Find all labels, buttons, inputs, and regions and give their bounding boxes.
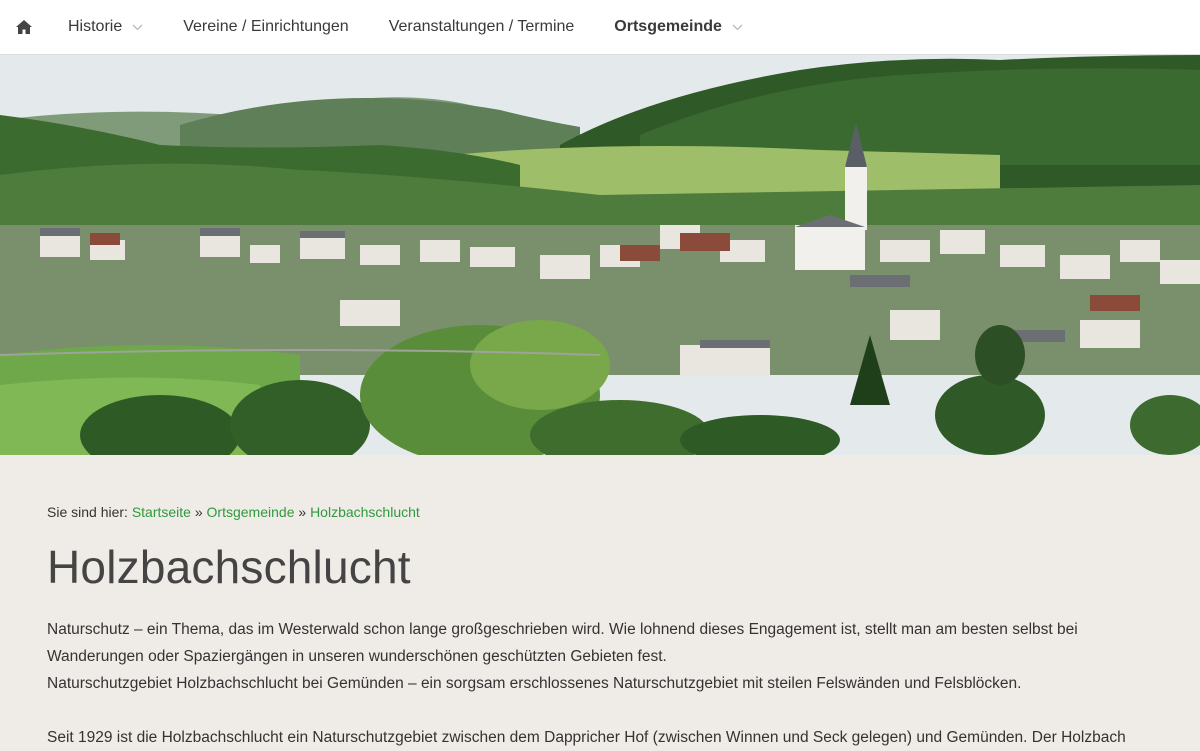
hero-village-image [0,55,1200,455]
nav-item-label: Vereine / Einrichtungen [183,18,349,35]
nav-item-vereine[interactable]: Vereine / Einrichtungen [163,0,368,55]
nav-item-label: Historie [68,18,123,35]
home-icon [16,20,32,34]
paragraph-line: Seit 1929 ist die Holzbachschlucht ein N… [47,729,1126,746]
village-landscape-image [0,55,1200,455]
top-navigation: Historie Vereine / Einrichtungen Veranst… [0,0,1200,55]
paragraph-line: Naturschutz – ein Thema, das im Westerwa… [47,621,1078,638]
chevron-down-icon [732,24,743,31]
breadcrumb-prefix: Sie sind hier: [47,504,132,520]
breadcrumb-link-holzbachschlucht[interactable]: Holzbachschlucht [310,504,420,520]
breadcrumb: Sie sind hier: Startseite » Ortsgemeinde… [47,504,1153,520]
paragraph-line: Naturschutzgebiet Holzbachschlucht bei G… [47,675,1022,692]
nav-item-label: Veranstaltungen / Termine [388,18,575,35]
nav-item-veranstaltungen[interactable]: Veranstaltungen / Termine [369,0,595,55]
home-link[interactable] [0,0,48,55]
main-content: Sie sind hier: Startseite » Ortsgemeinde… [47,455,1153,751]
page-title: Holzbachschlucht [47,541,411,593]
breadcrumb-separator: » [194,504,207,520]
breadcrumb-link-startseite[interactable]: Startseite [132,504,191,520]
breadcrumb-link-ortsgemeinde[interactable]: Ortsgemeinde [207,504,295,520]
nav-item-ortsgemeinde[interactable]: Ortsgemeinde [594,0,763,55]
paragraph-line: Wanderungen oder Spaziergängen in unsere… [47,648,667,665]
chevron-down-icon [132,24,143,31]
article-body: Naturschutz – ein Thema, das im Westerwa… [47,616,1153,751]
nav-item-historie[interactable]: Historie [48,0,163,55]
breadcrumb-separator: » [298,504,311,520]
nav-item-label: Ortsgemeinde [614,18,722,35]
